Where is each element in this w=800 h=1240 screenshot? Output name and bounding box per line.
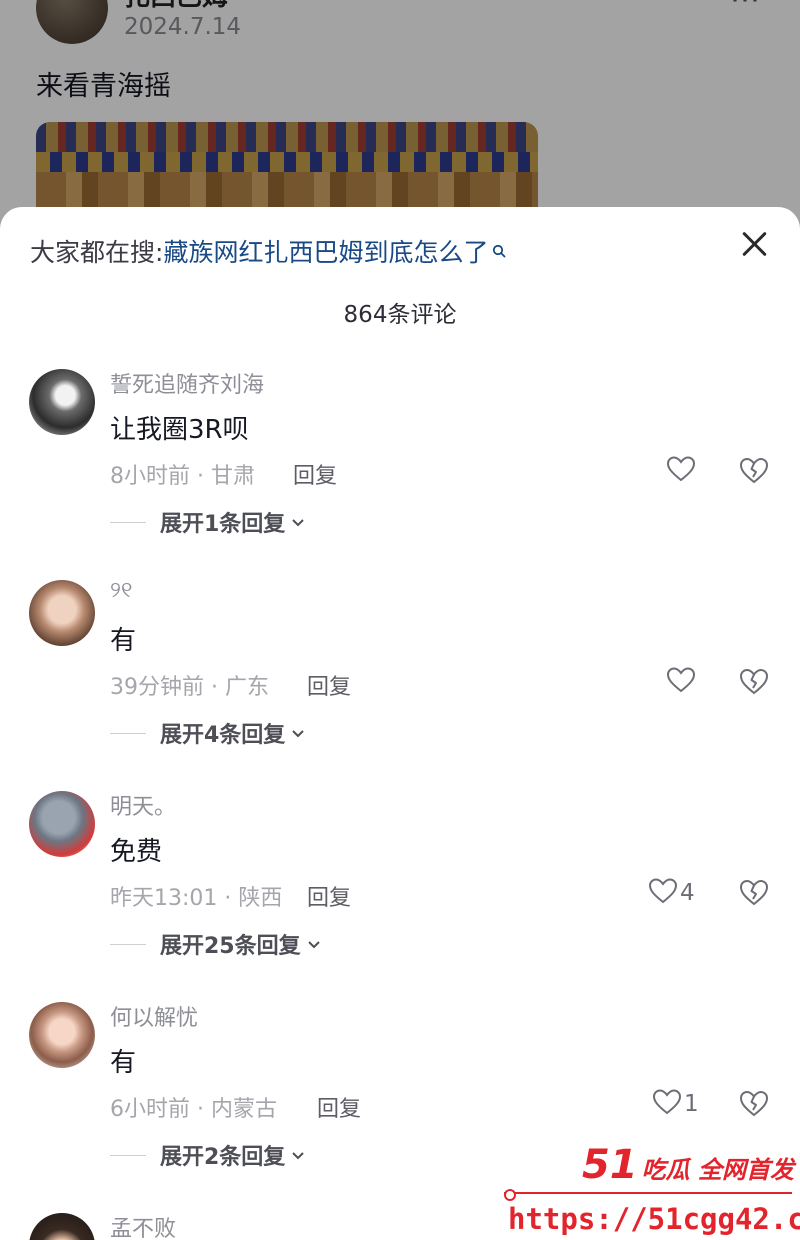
reply-button[interactable]: 回复	[317, 1091, 361, 1123]
chevron-down-icon	[291, 513, 305, 532]
trending-search-link[interactable]: 藏族网红扎西巴姆到底怎么了	[163, 238, 488, 267]
expand-replies-label: 展开2条回复	[160, 1145, 286, 1170]
trending-search-bar[interactable]: 大家都在搜:藏族网红扎西巴姆到底怎么了	[30, 233, 506, 269]
heart-icon	[666, 455, 696, 487]
comment-item: 明天。 免费 昨天13:01 · 陕西 回复 4 展开25条回复	[0, 791, 800, 1001]
chevron-down-icon	[307, 935, 321, 954]
commenter-username[interactable]: 何以解忧	[110, 1000, 198, 1032]
search-icon	[492, 235, 506, 264]
expand-replies-label: 展开25条回复	[160, 934, 301, 959]
comment-meta: 6小时前 · 内蒙古	[110, 1097, 277, 1122]
watermark-url: https://51cgg42.com	[508, 1202, 800, 1236]
like-button[interactable]: 1	[652, 1088, 699, 1120]
site-watermark: 51吃瓜 全网首发 https://51cgg42.com	[498, 1140, 800, 1240]
comment-text: 有	[110, 1048, 137, 1078]
expand-replies-button[interactable]: 展开2条回复	[110, 1140, 305, 1170]
broken-heart-icon	[738, 1090, 770, 1122]
watermark-divider	[504, 1189, 792, 1201]
background-dim-overlay[interactable]	[0, 0, 800, 240]
like-count: 1	[684, 1091, 699, 1117]
comment-item: 誓死追随齐刘海 让我圈3R呗 8小时前 · 甘肃 回复 展开1条回复	[0, 369, 800, 579]
trending-search-prefix: 大家都在搜:	[30, 238, 164, 267]
background-post: 扎西巴姆 ⋯ 2024.7.14 来看青海摇	[0, 0, 800, 262]
commenter-username[interactable]: 明天。	[110, 789, 176, 821]
like-button[interactable]	[666, 455, 698, 487]
comment-meta: 8小时前 · 甘肃	[110, 464, 255, 489]
divider-line	[110, 943, 146, 945]
comment-text: 免费	[110, 837, 163, 867]
divider-line	[110, 732, 146, 734]
comment-text: 让我圈3R呗	[110, 415, 249, 445]
watermark-brand: 51 吃瓜 全网首发	[581, 1142, 794, 1188]
expand-replies-button[interactable]: 展开25条回复	[110, 929, 321, 959]
divider-line	[110, 1154, 146, 1156]
dislike-button[interactable]	[738, 877, 770, 909]
commenter-username[interactable]: 孟不败	[110, 1213, 176, 1240]
dislike-button[interactable]	[738, 1088, 770, 1120]
broken-heart-icon	[738, 668, 770, 700]
heart-icon	[652, 1088, 682, 1120]
comment-sheet: 大家都在搜:藏族网红扎西巴姆到底怎么了 864条评论 誓死追随齐刘海 让我圈3R…	[0, 207, 800, 1240]
like-button[interactable]	[666, 666, 698, 698]
commenter-username[interactable]: ୨୧	[110, 578, 132, 603]
close-icon[interactable]	[740, 229, 770, 259]
divider-line	[110, 521, 146, 523]
comment-meta: 昨天13:01 · 陕西	[110, 886, 283, 911]
heart-icon	[648, 877, 678, 909]
expand-replies-label: 展开1条回复	[160, 512, 286, 537]
like-count: 4	[680, 880, 695, 906]
comment-item: ୨୧ 有 39分钟前 · 广东 回复 展开4条回复	[0, 578, 800, 790]
dislike-button[interactable]	[738, 666, 770, 698]
comment-count-title: 864条评论	[343, 302, 457, 328]
commenter-avatar[interactable]	[29, 1213, 95, 1240]
broken-heart-icon	[738, 457, 770, 489]
commenter-avatar[interactable]	[29, 580, 95, 646]
commenter-username[interactable]: 誓死追随齐刘海	[110, 367, 264, 399]
heart-icon	[666, 666, 696, 698]
expand-replies-button[interactable]: 展开1条回复	[110, 507, 305, 537]
commenter-avatar[interactable]	[29, 1002, 95, 1068]
commenter-avatar[interactable]	[29, 369, 95, 435]
chevron-down-icon	[291, 724, 305, 743]
reply-button[interactable]: 回复	[293, 458, 337, 490]
like-button[interactable]: 4	[648, 877, 695, 909]
commenter-avatar[interactable]	[29, 791, 95, 857]
comment-text: 有	[110, 626, 137, 656]
comment-meta: 39分钟前 · 广东	[110, 675, 269, 700]
broken-heart-icon	[738, 879, 770, 911]
chevron-down-icon	[291, 1146, 305, 1165]
expand-replies-label: 展开4条回复	[160, 723, 286, 748]
reply-button[interactable]: 回复	[307, 669, 351, 701]
reply-button[interactable]: 回复	[307, 880, 351, 912]
expand-replies-button[interactable]: 展开4条回复	[110, 718, 305, 748]
dislike-button[interactable]	[738, 455, 770, 487]
